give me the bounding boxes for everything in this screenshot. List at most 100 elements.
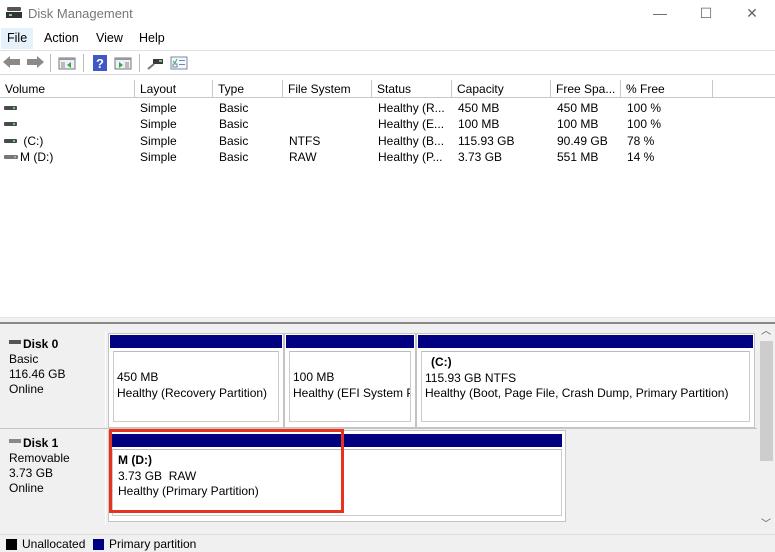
volume-pct-free: 100 %	[627, 117, 662, 131]
volume-type: Basic	[219, 117, 249, 131]
partition-recovery[interactable]: 450 MB Healthy (Recovery Partition)	[108, 333, 284, 428]
forward-icon[interactable]	[26, 56, 44, 68]
volume-capacity: 100 MB	[458, 117, 500, 131]
volume-free: 100 MB	[557, 117, 599, 131]
volume-layout: Simple	[140, 101, 177, 115]
partition-bar	[286, 335, 414, 348]
help-icon[interactable]: ?	[91, 54, 109, 72]
toolbar: ?	[0, 50, 775, 75]
disk-view-scrollbar[interactable]: ︿ ﹀	[757, 324, 775, 534]
volume-pct-free: 78 %	[627, 134, 655, 148]
toolbar-separator	[139, 54, 140, 72]
partition-status: Healthy (Primary Partition)	[118, 484, 259, 498]
volume-type: Basic	[219, 134, 249, 148]
pane-splitter[interactable]	[0, 317, 775, 324]
volume-row[interactable]: (C:) Simple Basic NTFS Healthy (B... 115…	[0, 133, 775, 149]
volume-icon	[4, 106, 17, 110]
window-title: Disk Management	[28, 6, 133, 21]
menu-view[interactable]: View	[90, 28, 129, 49]
volume-name: M (D:)	[20, 150, 54, 164]
scroll-thumb[interactable]	[760, 341, 773, 461]
volume-layout: Simple	[140, 134, 177, 148]
console-tree-icon[interactable]	[58, 54, 76, 72]
disk-size: 116.46 GB	[9, 367, 66, 381]
column-header-free-space[interactable]: Free Spa...	[551, 80, 621, 98]
connect-icon[interactable]	[146, 54, 164, 72]
scroll-up-icon[interactable]: ︿	[757, 324, 775, 340]
volume-capacity: 115.93 GB	[458, 134, 515, 148]
disk-state: Online	[9, 382, 44, 396]
partition-status: Healthy (Boot, Page File, Crash Dump, Pr…	[425, 386, 729, 400]
action-pane-icon[interactable]	[114, 54, 132, 72]
partition-size: 115.93 GB NTFS	[425, 370, 517, 385]
partition-c[interactable]: (C:) 115.93 GB NTFS Healthy (Boot, Page …	[416, 333, 755, 428]
volume-row[interactable]: M (D:) Simple Basic RAW Healthy (P... 3.…	[0, 149, 775, 165]
volume-status: Healthy (P...	[378, 150, 443, 164]
volume-layout: Simple	[140, 150, 177, 164]
volume-type: Basic	[219, 150, 249, 164]
disk-name: Disk 1	[23, 436, 59, 450]
partition-efi[interactable]: 100 MB Healthy (EFI System P	[284, 333, 416, 428]
back-icon[interactable]	[3, 56, 21, 68]
column-header-file-system[interactable]: File System	[283, 80, 372, 98]
volume-row[interactable]: Simple Basic Healthy (R... 450 MB 450 MB…	[0, 100, 775, 116]
disk-divider	[0, 428, 757, 429]
partition-size: 100 MB	[293, 370, 335, 384]
legend-swatch-unallocated	[6, 539, 17, 550]
disk-0-label[interactable]: Disk 0 Basic 116.46 GB Online	[0, 331, 106, 427]
disk-management-icon	[6, 7, 22, 18]
disk-name: Disk 0	[23, 337, 59, 351]
volume-fs: NTFS	[289, 134, 321, 148]
partition-status: Healthy (EFI System P	[293, 385, 411, 400]
volume-icon	[4, 122, 17, 126]
volume-name: (C:)	[20, 134, 44, 148]
volume-icon	[4, 155, 18, 159]
legend-swatch-primary	[93, 539, 104, 550]
minimize-button[interactable]: —	[637, 0, 683, 28]
volume-list: Volume Layout Type File System Status Ca…	[0, 80, 775, 317]
svg-text:?: ?	[96, 56, 104, 71]
volume-capacity: 450 MB	[458, 101, 500, 115]
volume-type: Basic	[219, 101, 249, 115]
partition-d[interactable]: M (D:) 3.73 GB RAW Healthy (Primary Part…	[108, 430, 566, 522]
disk-size: 3.73 GB	[9, 466, 54, 480]
volume-pct-free: 100 %	[627, 101, 662, 115]
maximize-button[interactable]: ☐	[683, 0, 729, 28]
disk-kind: Removable	[9, 451, 70, 465]
menu-file[interactable]: File	[1, 28, 34, 49]
volume-icon	[4, 139, 17, 143]
volume-capacity: 3.73 GB	[458, 150, 503, 164]
column-header-layout[interactable]: Layout	[135, 80, 213, 98]
volume-status: Healthy (E...	[378, 117, 445, 131]
column-header-capacity[interactable]: Capacity	[452, 80, 551, 98]
disk-kind: Basic	[9, 352, 39, 366]
column-header-percent-free[interactable]: % Free	[621, 80, 713, 98]
volume-fs: RAW	[289, 150, 317, 164]
partition-bar	[418, 335, 753, 348]
scroll-down-icon[interactable]: ﹀	[757, 517, 775, 533]
partition-title: (C:)	[431, 355, 452, 369]
menu-bar: File Action View Help	[0, 28, 775, 49]
properties-icon[interactable]	[170, 54, 188, 72]
column-header-volume[interactable]: Volume	[0, 80, 135, 98]
disk-1-label[interactable]: Disk 1 Removable 3.73 GB Online	[0, 430, 106, 525]
partition-bar	[110, 335, 282, 348]
disk-graph-view: Disk 0 Basic 116.46 GB Online 450 MB Hea…	[0, 324, 757, 534]
close-button[interactable]: ✕	[729, 0, 775, 28]
volume-status: Healthy (B...	[378, 134, 445, 148]
menu-help[interactable]: Help	[133, 28, 171, 49]
menu-action[interactable]: Action	[38, 28, 85, 49]
volume-status: Healthy (R...	[378, 101, 445, 115]
column-header-empty	[713, 80, 775, 98]
toolbar-separator	[83, 54, 84, 72]
partition-title: M (D:)	[118, 453, 152, 467]
volume-free: 90.49 GB	[557, 134, 608, 148]
column-header-status[interactable]: Status	[372, 80, 452, 98]
column-header-type[interactable]: Type	[213, 80, 283, 98]
toolbar-separator	[50, 54, 51, 72]
volume-row[interactable]: Simple Basic Healthy (E... 100 MB 100 MB…	[0, 116, 775, 132]
partition-size: 3.73 GB RAW	[118, 468, 197, 483]
partition-status: Healthy (Recovery Partition)	[117, 385, 268, 400]
disk-icon	[9, 339, 21, 344]
legend-label-primary: Primary partition	[109, 537, 197, 551]
